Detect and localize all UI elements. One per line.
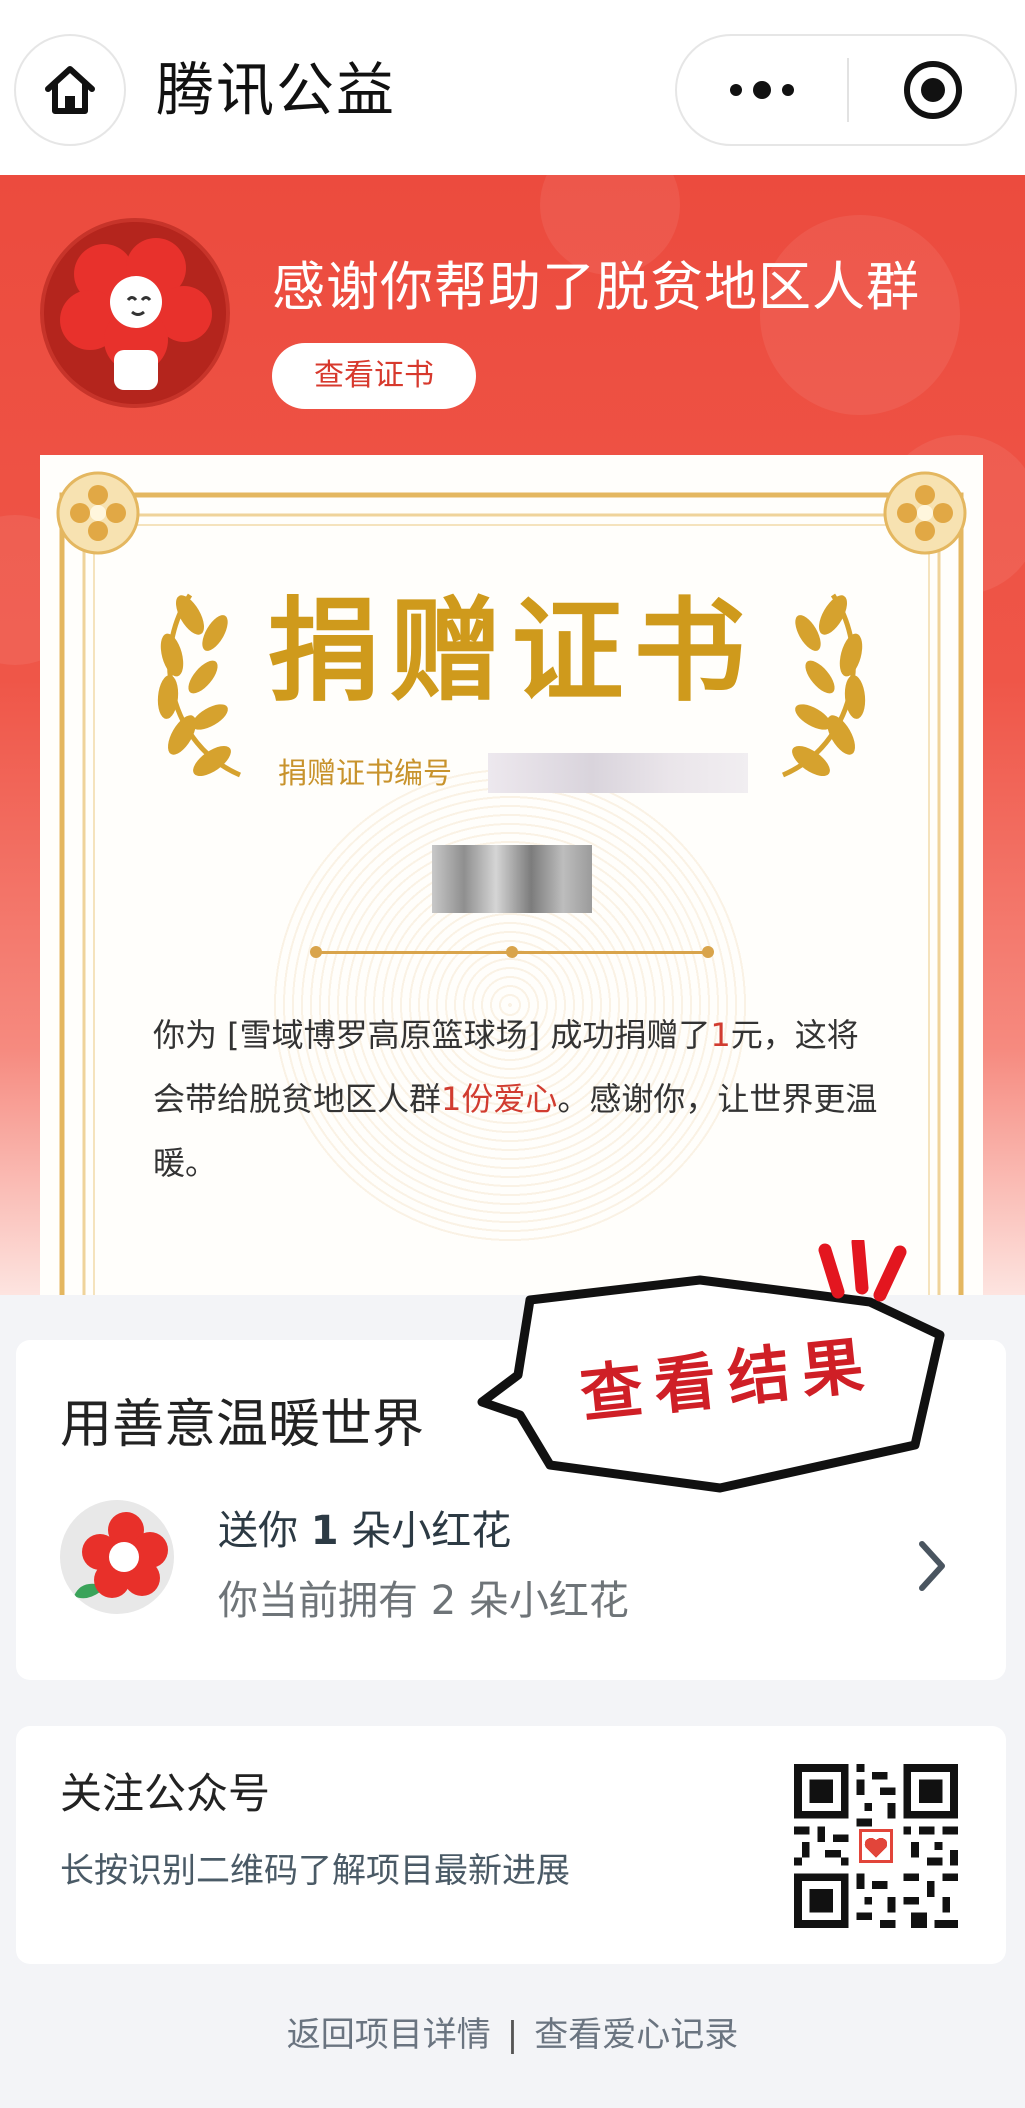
view-love-records-link[interactable]: 查看爱心记录 [534,2015,738,2055]
divider-dot-left [310,946,322,958]
certificate-message: 你为 [雪域博罗高原篮球场] 成功捐赠了1元，这将会带给脱贫地区人群1份爱心。感… [153,1003,888,1195]
follow-card-subtitle: 长按识别二维码了解项目最新进展 [60,1851,570,1891]
home-icon [45,66,95,114]
qr-code[interactable] [794,1764,958,1928]
view-certificate-button[interactable]: 查看证书 [272,343,476,409]
more-dots-icon [730,81,794,99]
corner-ornament-right [883,471,967,555]
footer-separator: | [506,2015,519,2055]
back-to-project-link[interactable]: 返回项目详情 [287,2015,491,2055]
red-flower-avatar [60,1500,174,1614]
red-flower-icon [74,1512,168,1599]
gift-flower-text: 送你 1 朵小红花 [218,1503,511,1559]
capsule-menu [675,34,1017,146]
certificate-title: 捐赠证书 [267,586,756,717]
page-title: 腾讯公益 [156,56,397,124]
view-result-sticker: 查看结果 [470,1240,960,1500]
divider-dot-right [702,946,714,958]
donation-amount: 1 [710,1016,731,1054]
nav-bar: 腾讯公益 [0,0,1025,175]
corner-ornament-left [56,471,140,555]
follow-account-card: 关注公众号 长按识别二维码了解项目最新进展 [16,1726,1006,1964]
more-button[interactable] [677,36,847,144]
close-button[interactable] [849,36,1017,144]
gift-prefix: 送你 [218,1508,298,1554]
donor-name-redacted [432,845,592,913]
certificate-number-label: 捐赠证书编号 [278,756,453,790]
message-part-1: 你为 [雪域博罗高原篮球场] 成功捐赠了 [153,1016,711,1054]
footer-links: 返回项目详情 | 查看爱心记录 [0,2010,1025,2060]
mascot-avatar [40,218,230,408]
chevron-right-icon [919,1541,945,1591]
red-flower-mascot-icon [44,222,226,404]
divider-dot-center [506,946,518,958]
donation-certificate: 捐赠证书 捐赠证书编号 你为 [雪域博罗高原篮球场] 成功捐赠了1元，这将会带给… [40,455,983,1295]
kindness-card-title: 用善意温暖世界 [60,1395,425,1455]
love-count: 1份爱心 [441,1080,558,1118]
target-close-icon [904,61,962,119]
certificate-number-redacted [488,753,748,793]
gift-count: 1 [310,1508,339,1554]
banner-title: 感谢你帮助了脱贫地区人群 [272,257,920,318]
follow-card-title: 关注公众号 [60,1769,271,1818]
gift-suffix: 朵小红花 [351,1508,512,1554]
owned-flowers-text: 你当前拥有 2 朵小红花 [218,1578,629,1624]
home-button[interactable] [14,34,126,146]
